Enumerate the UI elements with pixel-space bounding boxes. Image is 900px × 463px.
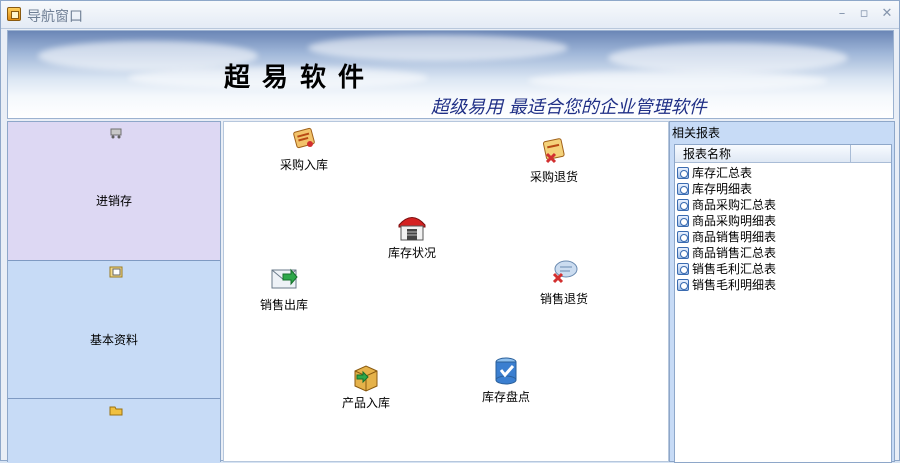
function-label: 采购退货 [530,170,579,184]
product-in-button[interactable]: 产品入库 [342,362,390,411]
sales-return-button[interactable]: 销售退货 [540,258,588,307]
purchase-return-icon [539,136,569,164]
close-button[interactable]: ✕ [878,5,896,23]
report-item[interactable]: 销售毛利汇总表 [677,261,776,277]
report-item[interactable]: 库存汇总表 [677,165,752,181]
nav-item-basic-data[interactable]: 基本资料 [8,261,220,399]
app-icon [7,7,21,21]
function-label: 库存状况 [388,246,437,260]
purchase-in-icon [289,124,319,152]
stocktake-icon [491,356,521,385]
report-icon [677,167,689,179]
purchase-in-button[interactable]: 采购入库 [280,124,328,173]
related-reports-panel: 相关报表 报表名称 库存汇总表 库存明细表 商品采购汇总表 商品采购明细表 商品… [669,121,895,463]
report-item[interactable]: 商品采购明细表 [677,213,776,229]
minimize-button[interactable]: – [833,5,851,23]
report-item[interactable]: 商品销售汇总表 [677,245,776,261]
window-title: 导航窗口 [27,9,83,25]
purchase-return-button[interactable]: 采购退货 [530,136,578,185]
sales-out-icon [269,264,299,292]
nav-item-more[interactable] [8,399,220,463]
function-label: 销售出库 [260,298,309,312]
banner-title: 超易软件 [224,63,377,93]
warehouse-icon [397,212,427,241]
nav-item-label: 进销存 [95,194,132,208]
sales-return-icon [549,258,579,286]
stocktake-button[interactable]: 库存盘点 [482,356,530,405]
banner: 超易软件 超级易用 最适合您的企业管理软件 [7,30,894,119]
function-label: 销售退货 [540,292,589,306]
nav-item-label: 基本资料 [89,333,138,347]
navigation-window: 导航窗口 – ▫ ✕ 超易软件 超级易用 最适合您的企业管理软件 进销存 基本资… [0,0,900,463]
title-bar[interactable]: 导航窗口 – ▫ ✕ [1,1,899,29]
report-item[interactable]: 销售毛利明细表 [677,277,776,293]
panel-title: 相关报表 [672,126,721,140]
function-label: 库存盘点 [482,390,531,404]
report-item[interactable]: 商品采购汇总表 [677,197,776,213]
report-icon [677,231,689,243]
maximize-button[interactable]: ▫ [855,5,873,23]
report-icon [677,215,689,227]
banner-slogan: 超级易用 最适合您的企业管理软件 [431,97,707,118]
inventory-status-button[interactable]: 库存状况 [388,212,436,261]
report-item[interactable]: 商品销售明细表 [677,229,776,245]
function-canvas: 采购入库 采购退货 库存状况 销售出库 销售退货 产品入库 库存盘点 [223,121,669,462]
report-icon [677,263,689,275]
folder-icon [109,404,123,416]
column-header-report-name[interactable]: 报表名称 [675,145,851,163]
report-list: 报表名称 库存汇总表 库存明细表 商品采购汇总表 商品采购明细表 商品销售明细表… [674,144,892,463]
document-icon [109,266,123,278]
report-icon [677,279,689,291]
cart-icon [109,127,123,139]
report-icon [677,199,689,211]
report-list-header: 报表名称 [675,145,891,163]
report-item[interactable]: 库存明细表 [677,181,752,197]
left-navigation: 进销存 基本资料 [7,121,221,463]
sales-out-button[interactable]: 销售出库 [260,264,308,313]
function-label: 采购入库 [280,158,329,172]
report-icon [677,183,689,195]
nav-item-inventory-trade[interactable]: 进销存 [8,122,220,261]
product-in-icon [351,362,381,392]
report-icon [677,247,689,259]
function-label: 产品入库 [342,396,391,410]
